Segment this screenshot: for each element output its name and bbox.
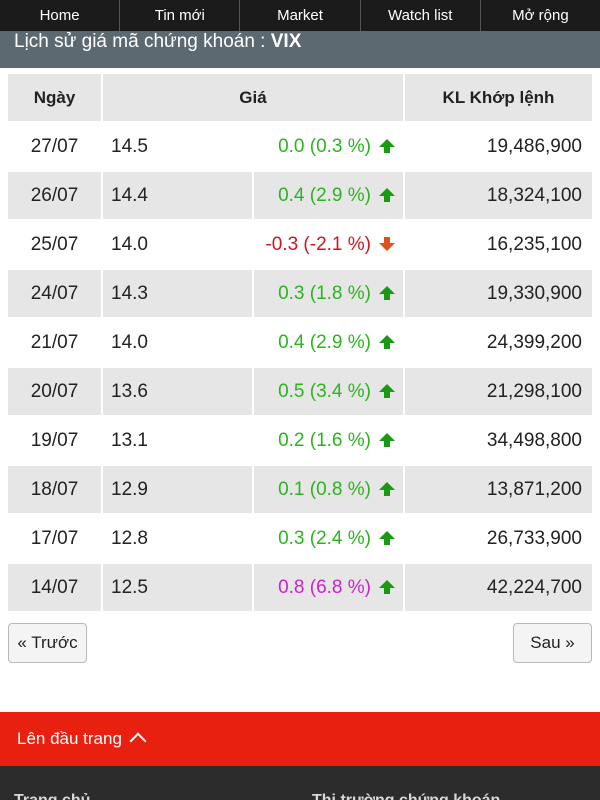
row-date: 25/07 [30, 233, 79, 255]
arrow-up-icon [379, 383, 395, 398]
row-change: -0.3 (-2.1 %) [254, 221, 403, 268]
arrow-up-icon [379, 285, 395, 300]
arrow-up-icon [379, 481, 395, 496]
nav-news[interactable]: Tin mới [119, 0, 239, 31]
arrow-up-icon [379, 530, 395, 545]
row-change-value: 0.3 (2.4 %) [278, 527, 371, 549]
footer-link-1[interactable]: Trang chủ [14, 792, 90, 800]
table-row: 17/07 12.8 0.3 (2.4 %) 26,733,900 [8, 515, 592, 562]
row-volume: 26,733,900 [486, 527, 582, 549]
row-change-value: 0.4 (2.9 %) [278, 331, 371, 353]
row-price: 12.9 [103, 466, 252, 513]
row-date: 17/07 [30, 527, 79, 549]
footer-link-2[interactable]: Thị trường chứng khoán [312, 792, 500, 800]
row-date: 19/07 [30, 429, 79, 451]
page-title-text: Lịch sử giá mã chứng khoán : [14, 31, 271, 52]
price-history-table: Ngày Giá KL Khớp lệnh 27/07 14.5 0.0 (0.3 … [6, 72, 594, 613]
previous-page-button[interactable]: « Trước [8, 623, 87, 663]
row-price: 12.5 [103, 564, 252, 611]
row-volume: 18,324,100 [405, 172, 592, 219]
row-change-value: 0.2 (1.6 %) [278, 429, 371, 451]
row-price: 14.3 [103, 270, 252, 317]
arrow-up-icon [379, 579, 395, 594]
row-change: 0.8 (6.8 %) [254, 564, 403, 611]
header-price: Giá [103, 74, 403, 121]
table-row: 27/07 14.5 0.0 (0.3 %) 19,486,900 [8, 123, 592, 170]
next-page-button[interactable]: Sau » [513, 623, 592, 663]
row-date: 14/07 [8, 564, 101, 611]
row-change: 0.2 (1.6 %) [254, 417, 403, 464]
nav-watch-list[interactable]: Watch list [359, 0, 480, 31]
arrow-down-icon [379, 236, 395, 251]
row-price: 14.0 [111, 233, 148, 255]
row-change-value: 0.3 (1.8 %) [278, 282, 371, 304]
footer: Trang chủ Thị trường chứng khoán [0, 766, 600, 800]
table-row: 21/07 14.0 0.4 (2.9 %) 24,399,200 [8, 319, 592, 366]
row-date: 24/07 [8, 270, 101, 317]
nav-market[interactable]: Market [239, 0, 359, 31]
row-change: 0.5 (3.4 %) [254, 368, 403, 415]
back-to-top-label: Lên đầu trang [17, 729, 122, 748]
row-date: 27/07 [30, 135, 79, 157]
row-price: 12.8 [111, 527, 148, 549]
row-date: 18/07 [8, 466, 101, 513]
stock-code: VIX [270, 31, 302, 52]
row-volume: 13,871,200 [405, 466, 592, 513]
header-volume: KL Khớp lệnh [405, 74, 592, 121]
header-date: Ngày [8, 74, 101, 121]
row-price: 14.5 [111, 135, 148, 157]
row-change-value: 0.0 (0.3 %) [278, 135, 371, 157]
row-volume: 42,224,700 [405, 564, 592, 611]
row-change-value: -0.3 (-2.1 %) [265, 233, 371, 255]
table-row: 19/07 13.1 0.2 (1.6 %) 34,498,800 [8, 417, 592, 464]
row-price: 13.1 [111, 429, 148, 451]
back-to-top-bar[interactable]: Lên đầu trang [0, 712, 600, 766]
row-change-value: 0.1 (0.8 %) [278, 478, 371, 500]
arrow-up-icon [379, 187, 395, 202]
row-volume: 21,298,100 [405, 368, 592, 415]
row-change: 0.3 (2.4 %) [254, 515, 403, 562]
row-change-value: 0.8 (6.8 %) [278, 576, 371, 598]
row-change: 0.0 (0.3 %) [254, 123, 403, 170]
nav-more[interactable]: Mở rộng [479, 0, 600, 31]
row-price: 14.0 [111, 331, 148, 353]
row-change: 0.3 (1.8 %) [254, 270, 403, 317]
row-volume: 24,399,200 [486, 331, 582, 353]
row-price: 13.6 [103, 368, 252, 415]
row-date: 21/07 [30, 331, 79, 353]
row-date: 20/07 [8, 368, 101, 415]
row-price: 14.4 [103, 172, 252, 219]
chevron-up-icon [129, 732, 147, 750]
row-change-value: 0.4 (2.9 %) [278, 184, 371, 206]
arrow-up-icon [379, 334, 395, 349]
row-volume: 19,486,900 [486, 135, 582, 157]
nav-home[interactable]: Home [0, 0, 119, 31]
row-change: 0.1 (0.8 %) [254, 466, 403, 513]
table-row: 18/07 12.9 0.1 (0.8 %) 13,871,200 [8, 466, 592, 513]
table-row: 14/07 12.5 0.8 (6.8 %) 42,224,700 [8, 564, 592, 611]
row-volume: 16,235,100 [486, 233, 582, 255]
top-nav: Home Tin mới Market Watch list Mở rộng [0, 0, 600, 31]
row-change-value: 0.5 (3.4 %) [278, 380, 371, 402]
table-row: 24/07 14.3 0.3 (1.8 %) 19,330,900 [8, 270, 592, 317]
row-volume: 34,498,800 [486, 429, 582, 451]
row-date: 26/07 [8, 172, 101, 219]
table-body: 27/07 14.5 0.0 (0.3 %) 19,486,900 26/07 14.4 0… [8, 123, 592, 611]
table-row: 20/07 13.6 0.5 (3.4 %) 21,298,100 [8, 368, 592, 415]
table-row: 25/07 14.0 -0.3 (-2.1 %) 16,235,100 [8, 221, 592, 268]
page-title: Lịch sử giá mã chứng khoán : VIX [0, 31, 600, 68]
arrow-up-icon [379, 432, 395, 447]
row-change: 0.4 (2.9 %) [254, 319, 403, 366]
row-volume: 19,330,900 [405, 270, 592, 317]
arrow-up-icon [379, 138, 395, 153]
row-change: 0.4 (2.9 %) [254, 172, 403, 219]
table-row: 26/07 14.4 0.4 (2.9 %) 18,324,100 [8, 172, 592, 219]
table-header-row: Ngày Giá KL Khớp lệnh [8, 74, 592, 121]
